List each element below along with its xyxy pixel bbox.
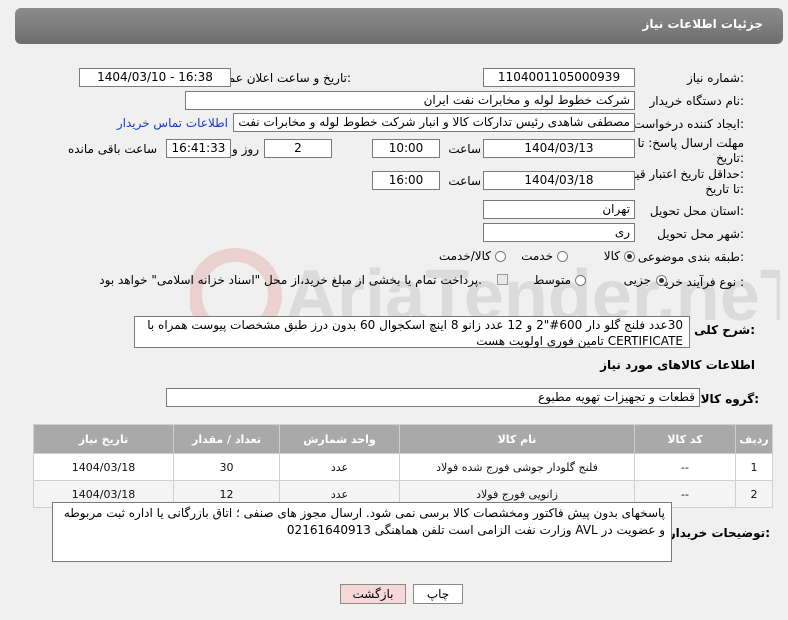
goods-group-label: گروه کالا: [700, 392, 759, 406]
item-date: 1404/03/18 [33, 453, 174, 481]
description-line-1: 30عدد فلنج گلو دار 600#"2 و 12 عدد زانو … [147, 318, 683, 332]
category-radio-goods-service[interactable] [495, 251, 506, 262]
col-unit-header: واحد شمارش [279, 424, 400, 454]
days-label: روز و [232, 142, 259, 156]
province-field: تهران [483, 200, 635, 219]
process-type-label: نوع فرآیند خرید : [659, 275, 744, 289]
buyer-contact-link[interactable]: اطلاعات تماس خریدار [117, 116, 228, 130]
category-option-goods-service: کالا/خدمت [438, 249, 491, 263]
goods-group-field: قطعات و تجهیزات تهویه مطبوع [166, 388, 700, 407]
description-line-2: CERTIFICATE تامین فوری اولویت هست [476, 334, 683, 348]
deadline-label-date: تاریخ: [716, 151, 744, 165]
province-label: استان محل تحویل: [649, 204, 744, 218]
deadline-label: مهلت ارسال پاسخ: تا [637, 136, 744, 150]
time-remaining-label: ساعت باقی مانده [67, 142, 157, 156]
buyer-field: شرکت خطوط لوله و مخابرات نفت ایران [185, 91, 635, 110]
validity-label-date: تا تاریخ: [705, 182, 744, 196]
buyer-notes-label: توضیحات خریدار: [668, 526, 770, 540]
validity-time-field: 16:00 [372, 171, 440, 190]
col-date-header: تاریخ نیاز [33, 424, 174, 454]
category-label: طبقه بندی موضوعی: [637, 250, 744, 264]
treasury-payment-checkbox[interactable] [497, 274, 508, 285]
city-field: ری [483, 223, 635, 242]
item-code: -- [634, 453, 736, 481]
item-quantity: 30 [173, 453, 280, 481]
validity-date-field: 1404/03/18 [483, 171, 635, 190]
buyer-notes-field: پاسخهای بدون پیش فاکتور ومخشصات کالا برس… [52, 502, 672, 562]
process-radio-minor[interactable] [656, 275, 667, 286]
row-number: 1 [735, 453, 773, 481]
category-radio-service[interactable] [557, 251, 568, 262]
col-code-header: کد کالا [634, 424, 736, 454]
item-name: فلنج گلودار جوشی فورج شده فولاد [399, 453, 635, 481]
city-label: شهر محل تحویل: [657, 227, 744, 241]
buyer-label: نام دستگاه خریدار: [649, 94, 745, 108]
header-bar: جزئیات اطلاعات نیاز [15, 8, 783, 44]
validity-time-label: ساعت [448, 174, 481, 188]
goods-section-title: اطلاعات کالاهای مورد نیاز [600, 358, 755, 372]
print-button[interactable]: چاپ [413, 584, 463, 604]
treasury-payment-text: پرداخت تمام یا بخشی از مبلغ خرید،از محل … [99, 273, 482, 287]
category-option-goods: کالا [603, 249, 620, 263]
category-option-service: خدمت [521, 249, 553, 263]
deadline-time-label: ساعت [448, 142, 481, 156]
items-table: ردیف کد کالا نام کالا واحد شمارش تعداد /… [33, 424, 773, 508]
days-remaining-field: 2 [264, 139, 332, 158]
category-radio-goods[interactable] [624, 251, 635, 262]
announce-datetime-field: 1404/03/10 - 16:38 [79, 68, 231, 87]
creator-field: مصطفی شاهدی رئیس تدارکات کالا و انبار شر… [233, 113, 635, 132]
deadline-date-field: 1404/03/13 [483, 139, 635, 158]
col-quantity-header: تعداد / مقدار [173, 424, 280, 454]
need-number-field: 1104001105000939 [483, 68, 635, 87]
description-field: 30عدد فلنج گلو دار 600#"2 و 12 عدد زانو … [134, 316, 690, 348]
process-radio-medium[interactable] [575, 275, 586, 286]
process-option-minor: جزیی [623, 273, 651, 287]
time-remaining-field: 16:41:33 [166, 139, 231, 158]
back-button[interactable]: بازگشت [340, 584, 406, 604]
page-title: جزئیات اطلاعات نیاز [642, 17, 763, 31]
deadline-time-field: 10:00 [372, 139, 440, 158]
col-row-header: ردیف [735, 424, 773, 454]
table-header-row: ردیف کد کالا نام کالا واحد شمارش تعداد /… [33, 424, 773, 454]
table-row: 1 -- فلنج گلودار جوشی فورج شده فولاد عدد… [33, 453, 773, 481]
col-name-header: نام کالا [399, 424, 635, 454]
creator-label: ایجاد کننده درخواست: [633, 117, 744, 131]
row-number: 2 [735, 480, 773, 508]
process-option-medium: متوسط [533, 273, 571, 287]
validity-label: حداقل تاریخ اعتبار قیمت: [617, 167, 744, 181]
need-number-label: شماره نیاز: [686, 71, 744, 85]
item-unit: عدد [279, 453, 400, 481]
